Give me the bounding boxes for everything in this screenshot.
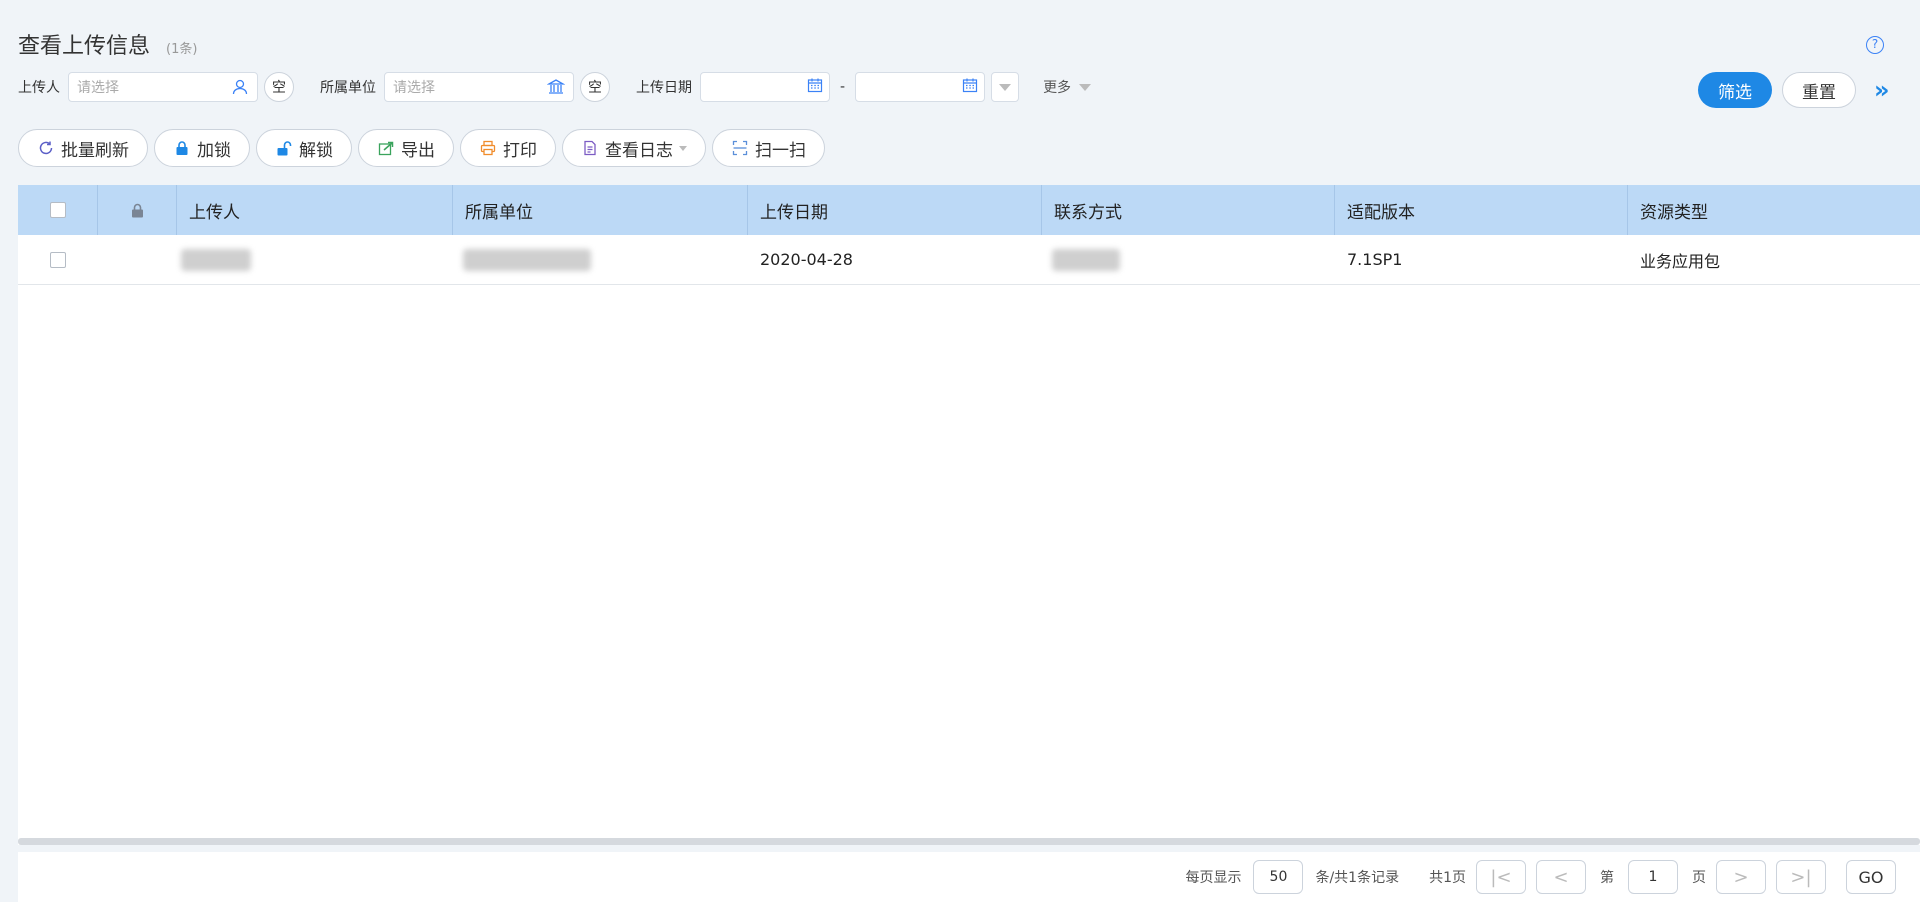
batch-refresh-button[interactable]: 批量刷新: [18, 129, 148, 167]
column-header-uploader[interactable]: 上传人: [177, 185, 453, 235]
view-log-button[interactable]: 查看日志: [562, 129, 706, 167]
lock-icon: [131, 203, 143, 217]
version-cell: 7.1SP1: [1335, 235, 1628, 284]
page-number-input[interactable]: 1: [1628, 860, 1678, 894]
more-filters-toggle[interactable]: 更多: [1043, 77, 1092, 97]
records-label: 条/共1条记录: [1315, 870, 1400, 886]
lock-button[interactable]: 加锁: [154, 129, 250, 167]
unit-cell: [453, 235, 748, 284]
page-prefix: 第: [1600, 870, 1614, 886]
total-pages-label: 共1页: [1429, 870, 1466, 886]
column-header-contact[interactable]: 联系方式: [1042, 185, 1335, 235]
record-count: (1条): [166, 42, 198, 57]
chevron-down-icon: [999, 83, 1012, 91]
redacted-uploader: [181, 248, 251, 271]
calendar-icon[interactable]: [807, 77, 823, 97]
uploader-label: 上传人: [18, 80, 60, 96]
page-title: 查看上传信息: [18, 34, 151, 59]
chevron-right-icon: >: [1733, 866, 1749, 888]
type-cell: 业务应用包: [1628, 235, 1920, 284]
column-header-date[interactable]: 上传日期: [748, 185, 1042, 235]
contact-cell: [1042, 235, 1335, 284]
expand-icon[interactable]: »: [1874, 76, 1889, 104]
date-dropdown-toggle[interactable]: [991, 72, 1020, 102]
next-page-button[interactable]: >: [1716, 860, 1766, 894]
print-label: 打印: [503, 140, 537, 161]
user-icon[interactable]: [231, 78, 249, 96]
reset-button[interactable]: 重置: [1782, 72, 1856, 108]
row-checkbox[interactable]: [49, 251, 66, 268]
column-header-type[interactable]: 资源类型: [1628, 185, 1920, 235]
pagination: 每页显示 50 条/共1条记录 共1页 |< < 第 1 页 > >| GO: [18, 852, 1920, 902]
uploader-placeholder: 请选择: [77, 80, 119, 96]
uploader-input[interactable]: 请选择: [68, 72, 258, 102]
redacted-unit: [463, 248, 591, 271]
go-button[interactable]: GO: [1846, 860, 1896, 894]
export-icon: [377, 139, 395, 157]
batch-refresh-label: 批量刷新: [61, 140, 129, 161]
filter-button[interactable]: 筛选: [1698, 72, 1772, 108]
scan-button[interactable]: 扫一扫: [712, 129, 825, 167]
first-page-icon: |<: [1490, 866, 1512, 888]
column-header-unit[interactable]: 所属单位: [453, 185, 748, 235]
per-page-input[interactable]: 50: [1253, 860, 1304, 894]
last-page-button[interactable]: >|: [1776, 860, 1826, 894]
lock-icon: [173, 139, 191, 157]
table-header: 上传人 所属单位 上传日期 联系方式 适配版本 资源类型: [18, 185, 1920, 235]
row-select-cell: [18, 235, 98, 284]
prev-page-button[interactable]: <: [1536, 860, 1586, 894]
help-icon[interactable]: ?: [1866, 36, 1884, 54]
date-separator: -: [840, 79, 846, 95]
date-cell: 2020-04-28: [748, 235, 1042, 284]
log-icon: [581, 139, 599, 157]
filter-bar: 上传人 请选择 空 所属单位 请选择 空 上传日期 - 更多: [18, 72, 1092, 102]
select-all-checkbox[interactable]: [49, 202, 66, 218]
column-header-version[interactable]: 适配版本: [1335, 185, 1628, 235]
export-label: 导出: [401, 140, 435, 161]
page-suffix: 页: [1692, 870, 1706, 886]
uploader-clear-button[interactable]: 空: [264, 72, 294, 102]
row-lock-cell: [98, 235, 177, 284]
lock-label: 加锁: [197, 140, 231, 161]
date-start-input[interactable]: [700, 72, 830, 102]
data-grid: 上传人 所属单位 上传日期 联系方式 适配版本 资源类型 2020-04-28 …: [18, 185, 1920, 845]
scan-icon: [731, 139, 749, 157]
first-page-button[interactable]: |<: [1476, 860, 1526, 894]
scan-label: 扫一扫: [755, 140, 806, 161]
unit-clear-button[interactable]: 空: [580, 72, 610, 102]
last-page-icon: >|: [1790, 866, 1812, 888]
export-button[interactable]: 导出: [358, 129, 454, 167]
unlock-icon: [275, 139, 293, 157]
uploader-cell: [177, 235, 453, 284]
chevron-left-icon: <: [1553, 866, 1569, 888]
unit-label: 所属单位: [320, 80, 376, 96]
print-icon: [479, 139, 497, 157]
calendar-icon[interactable]: [962, 77, 978, 97]
redacted-contact: [1052, 248, 1120, 271]
table-row[interactable]: 2020-04-28 7.1SP1 业务应用包: [18, 235, 1920, 285]
unlock-button[interactable]: 解锁: [256, 129, 352, 167]
date-end-input[interactable]: [855, 72, 986, 102]
per-page-label: 每页显示: [1185, 870, 1242, 886]
chevron-down-icon: [1079, 83, 1092, 91]
toolbar: 批量刷新 加锁 解锁 导出 打印 查看日志 扫一扫: [18, 129, 825, 167]
select-all-cell: [18, 185, 98, 235]
unlock-label: 解锁: [299, 140, 333, 161]
unit-input[interactable]: 请选择: [384, 72, 574, 102]
page-header: 查看上传信息 (1条): [18, 28, 197, 60]
more-label: 更多: [1043, 80, 1072, 96]
building-icon[interactable]: [547, 78, 565, 96]
lock-column-header: [98, 185, 177, 235]
print-button[interactable]: 打印: [460, 129, 556, 167]
chevron-down-icon: [679, 145, 687, 151]
horizontal-scrollbar[interactable]: [18, 838, 1920, 845]
refresh-icon: [37, 139, 55, 157]
date-label: 上传日期: [636, 80, 692, 96]
view-log-label: 查看日志: [605, 140, 673, 161]
unit-placeholder: 请选择: [393, 80, 435, 96]
